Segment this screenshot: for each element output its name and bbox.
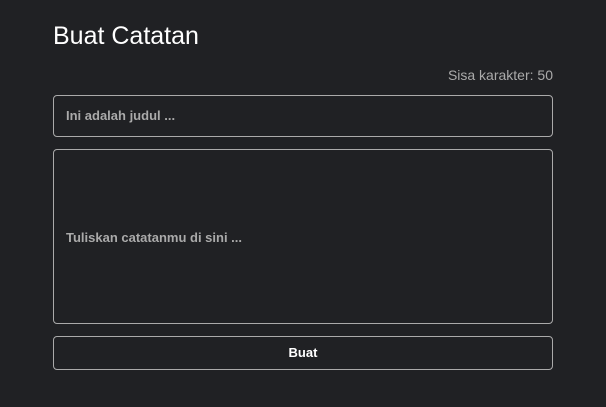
note-body-placeholder: Tuliskan catatanmu di sini ... — [66, 230, 243, 245]
note-title-input[interactable]: Ini adalah judul ... — [53, 95, 553, 137]
page-title: Buat Catatan — [53, 22, 199, 50]
note-title-placeholder: Ini adalah judul ... — [66, 108, 176, 123]
note-app-page: Buat Catatan Sisa karakter: 50 Ini adala… — [0, 0, 606, 407]
create-note-button[interactable]: Buat — [53, 336, 553, 370]
note-body-textarea[interactable]: Tuliskan catatanmu di sini ... — [53, 149, 553, 324]
char-limit-counter: Sisa karakter: 50 — [447, 67, 553, 83]
